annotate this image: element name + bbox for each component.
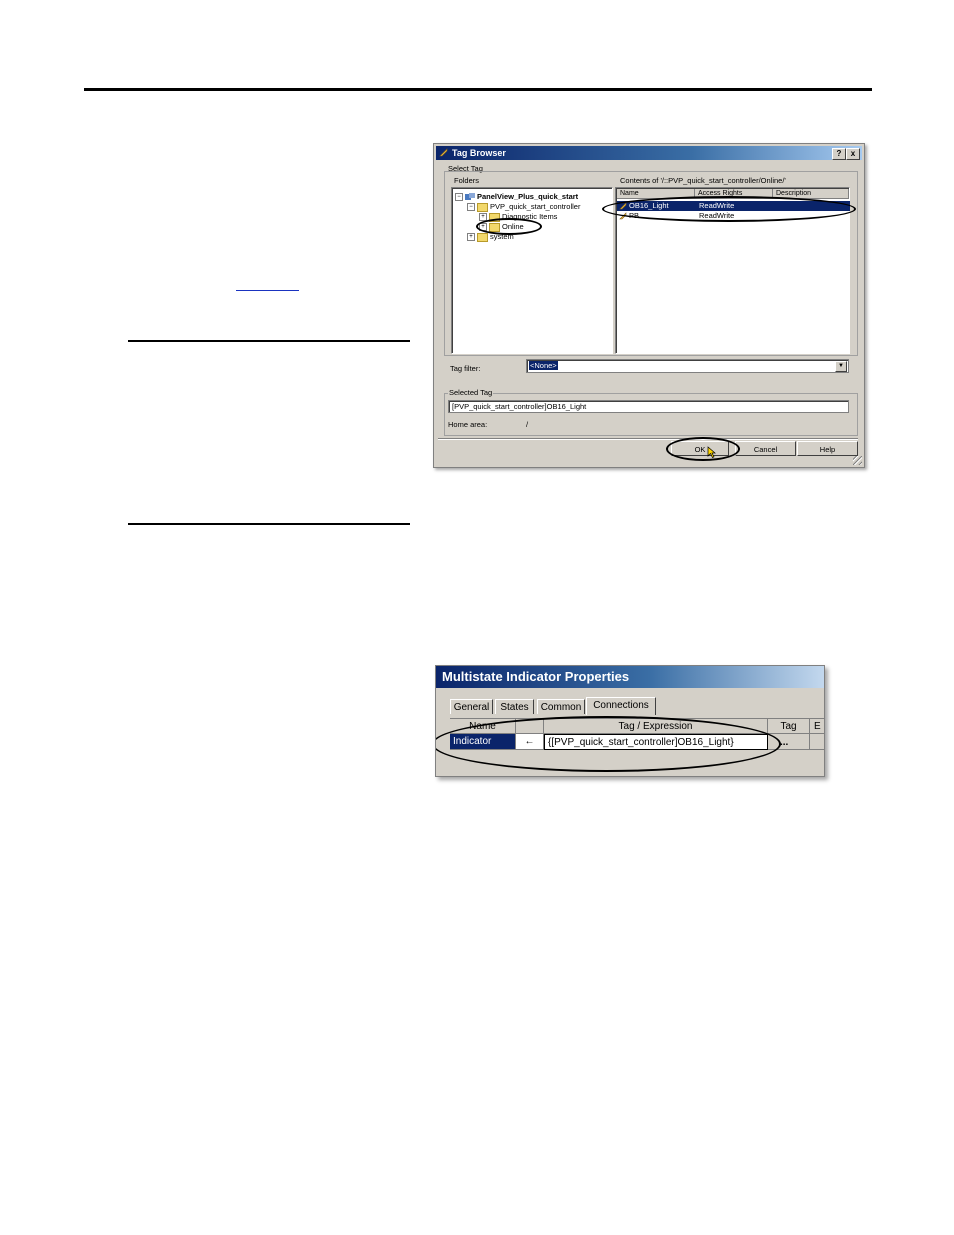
help-button[interactable]: Help [797, 441, 858, 456]
tag-filter-value: <None> [529, 361, 558, 370]
tab-states[interactable]: States [495, 699, 534, 714]
multistate-properties-dialog: Multistate Indicator Properties General … [435, 665, 825, 777]
home-area-value: / [526, 420, 529, 429]
close-button[interactable]: x [846, 148, 860, 160]
online-highlight-ellipse [476, 218, 542, 235]
selected-tag-field[interactable]: [PVP_quick_start_controller]OB16_Light [448, 400, 849, 413]
tag-row-highlight-ellipse [602, 196, 856, 222]
tag-filter-combo[interactable]: <None> ▼ [526, 359, 849, 373]
tab-connections[interactable]: Connections [586, 697, 656, 715]
tag-filter-label: Tag filter: [450, 364, 481, 373]
folders-label: Folders [454, 176, 480, 185]
tree-node-project[interactable]: − PanelView_Plus_quick_start [455, 192, 578, 202]
home-area-label: Home area: [448, 420, 488, 429]
tag-browser-dialog: Tag Browser ? x Select Tag Folders − Pane… [433, 143, 865, 468]
tree-label: PVP_quick_start_controller [490, 202, 581, 211]
page-link[interactable] [236, 278, 299, 291]
collapse-icon[interactable]: − [467, 203, 475, 212]
side-rule-2 [128, 523, 410, 525]
side-rule-1 [128, 340, 410, 342]
tree-node-controller[interactable]: − PVP_quick_start_controller [467, 202, 580, 212]
tag-icon [439, 148, 448, 157]
tag-browser-title: Tag Browser [452, 148, 506, 158]
contents-label: Contents of '/::PVP_quick_start_controll… [620, 176, 786, 185]
collapse-icon[interactable]: − [455, 193, 463, 202]
selected-tag-label: Selected Tag [448, 388, 494, 397]
expression-button-cell[interactable] [810, 734, 824, 750]
project-icon [465, 193, 475, 201]
connection-highlight-ellipse [436, 716, 781, 772]
multistate-title: Multistate Indicator Properties [436, 666, 824, 688]
tab-common[interactable]: Common [537, 699, 585, 714]
button-separator [438, 438, 858, 440]
folder-icon [477, 202, 488, 212]
ok-highlight-ellipse [666, 437, 740, 461]
dropdown-arrow-icon[interactable]: ▼ [835, 361, 847, 372]
help-title-button[interactable]: ? [832, 148, 846, 160]
resize-grip-icon[interactable] [853, 456, 862, 465]
cancel-button[interactable]: Cancel [735, 441, 796, 456]
page-top-rule [84, 88, 872, 91]
folders-tree[interactable]: − PanelView_Plus_quick_start − PVP_quick_s… [451, 187, 613, 354]
tag-browser-titlebar: Tag Browser ? x [436, 146, 862, 160]
col-tag-header[interactable]: Tag [768, 719, 810, 734]
folder-icon [477, 232, 488, 242]
tree-label: PanelView_Plus_quick_start [477, 192, 579, 201]
expand-icon[interactable]: + [467, 233, 475, 242]
col-e-header[interactable]: E [810, 719, 824, 734]
tab-general[interactable]: General [450, 699, 493, 714]
